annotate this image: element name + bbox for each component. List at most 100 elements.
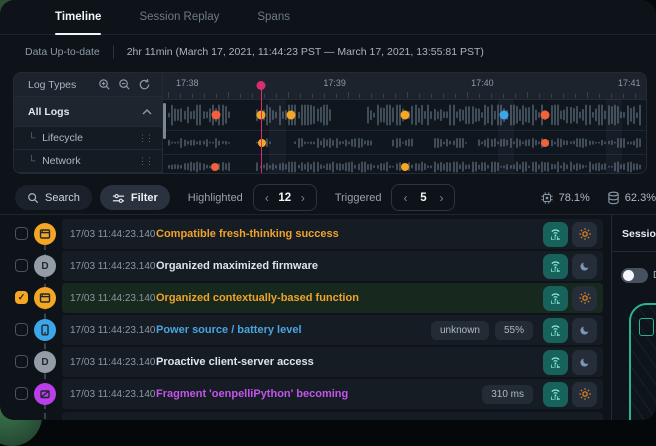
waveform-bar: [446, 161, 448, 171]
waveform-bar: [437, 163, 439, 171]
filter-button[interactable]: Filter: [100, 185, 170, 210]
network-lte-badge[interactable]: LTE: [543, 318, 568, 343]
row-checkbox[interactable]: [15, 227, 28, 240]
log-timestamp: 17/03 11:44:23.140: [70, 357, 156, 368]
log-list: 17/03 11:44:23.140Compatible fresh-think…: [0, 215, 611, 420]
waveform-track-all-logs[interactable]: [163, 100, 646, 131]
event-marker[interactable]: [212, 111, 221, 120]
drag-handle-icon[interactable]: ⋮⋮: [138, 156, 152, 167]
waveform-bar: [592, 140, 594, 144]
session-toggle-knob[interactable]: [623, 270, 634, 281]
waveform-bar: [576, 138, 578, 148]
toolbar: Search Filter Highlighted ‹ 12 › Trigger…: [0, 181, 656, 214]
log-row-card[interactable]: 17/03 11:44:23.140Fragment 'oenpelliPyth…: [62, 379, 603, 409]
row-checkbox[interactable]: ✓: [15, 291, 28, 304]
row-checkbox[interactable]: [15, 387, 28, 400]
waveform-bar: [332, 161, 334, 172]
info-divider: [113, 45, 114, 59]
moon-icon: [578, 324, 591, 337]
waveform-bar: [585, 165, 587, 168]
log-row-card[interactable]: 17/03 11:44:23.140Proactive client-serve…: [62, 347, 603, 377]
network-lte-badge[interactable]: LTE: [543, 254, 568, 279]
waveform-bar: [320, 140, 322, 145]
waveform-bar: [570, 107, 572, 124]
waveform-bar: [313, 161, 315, 172]
timeline-track-lifecycle[interactable]: └Lifecycle⋮⋮: [14, 127, 162, 150]
timeline-track-all-logs[interactable]: All Logs: [14, 97, 162, 127]
tab-session-replay[interactable]: Session Replay: [139, 11, 219, 34]
waveform-bar: [301, 138, 303, 148]
waveform-bar: [443, 111, 445, 118]
night-mode-badge[interactable]: [572, 318, 597, 343]
row-checkbox[interactable]: [15, 259, 28, 272]
waveform-bar: [532, 138, 534, 148]
log-row-card[interactable]: 17/03 11:44:23.140Compatible fresh-think…: [62, 219, 603, 249]
highlighted-prev-icon[interactable]: ‹: [258, 191, 276, 205]
tab-spans[interactable]: Spans: [257, 11, 290, 34]
waveform-bar: [623, 163, 625, 170]
event-marker[interactable]: [541, 139, 549, 147]
waveform-bar: [563, 140, 565, 146]
refresh-icon[interactable]: [134, 75, 154, 95]
row-checkbox[interactable]: [15, 355, 28, 368]
log-row-card[interactable]: 17/03 11:44:23.140Power source / battery…: [62, 315, 603, 345]
timeline-track-area[interactable]: 17:3817:3917:4017:41: [163, 73, 646, 173]
event-marker[interactable]: [401, 163, 409, 171]
night-mode-badge[interactable]: [572, 254, 597, 279]
highlighted-label: Highlighted: [188, 192, 243, 204]
log-row-partial[interactable]: [62, 412, 603, 420]
waveform-bar: [566, 164, 568, 169]
chevron-up-icon[interactable]: [142, 106, 152, 118]
highlighted-next-icon[interactable]: ›: [294, 191, 312, 205]
log-row-card[interactable]: 17/03 11:44:23.140Organized maximized fi…: [62, 251, 603, 281]
waveform-track-lifecycle[interactable]: [163, 131, 646, 155]
timeline-ruler[interactable]: 17:3817:3917:4017:41: [163, 73, 646, 100]
waveform-bar: [228, 162, 230, 172]
timeline-track-network[interactable]: └Network⋮⋮: [14, 150, 162, 173]
day-mode-badge[interactable]: [572, 286, 597, 311]
day-mode-badge[interactable]: [572, 222, 597, 247]
log-timestamp: 17/03 11:44:23.140: [70, 389, 156, 400]
event-marker[interactable]: [286, 111, 295, 120]
waveform-bar: [639, 105, 641, 126]
log-row-card[interactable]: 17/03 11:44:23.140Organized contextually…: [62, 283, 603, 313]
session-toggle[interactable]: [621, 268, 648, 283]
waveform-bar: [560, 110, 562, 119]
log-types-scrollbar[interactable]: [163, 103, 166, 139]
data-status-label: Data Up-to-date: [25, 46, 100, 58]
track-label: Network: [42, 155, 81, 167]
event-marker[interactable]: [211, 163, 219, 171]
playhead-knob[interactable]: [257, 81, 266, 90]
event-marker[interactable]: [540, 111, 549, 120]
waveform-bar: [358, 138, 360, 148]
waveform-bar: [301, 105, 303, 126]
waveform-bar: [342, 163, 344, 169]
waveform-bar: [582, 164, 584, 169]
waveform-bar: [459, 138, 461, 148]
night-mode-badge[interactable]: [572, 350, 597, 375]
network-lte-badge[interactable]: LTE: [543, 350, 568, 375]
timeline-panel: Log Types All Logs└Lifecycle⋮⋮└Network⋮⋮…: [13, 72, 647, 174]
event-marker[interactable]: [400, 111, 409, 120]
network-lte-badge[interactable]: LTE: [543, 286, 568, 311]
network-lte-badge[interactable]: LTE: [543, 382, 568, 407]
waveform-track-network[interactable]: [163, 155, 646, 174]
row-checkbox[interactable]: [15, 323, 28, 336]
waveform-bar: [449, 140, 451, 145]
zoom-out-icon[interactable]: [114, 75, 134, 95]
triggered-next-icon[interactable]: ›: [432, 191, 450, 205]
day-mode-badge[interactable]: [572, 382, 597, 407]
waveform-bar: [519, 164, 521, 169]
waveform-bar: [329, 163, 331, 170]
zoom-in-icon[interactable]: [94, 75, 114, 95]
ruler-tick: [419, 94, 420, 98]
event-marker[interactable]: [499, 111, 508, 120]
drag-handle-icon[interactable]: ⋮⋮: [138, 133, 152, 144]
ruler-tick: [252, 94, 253, 98]
tab-timeline[interactable]: Timeline: [55, 11, 101, 34]
search-button[interactable]: Search: [15, 185, 92, 210]
network-lte-badge[interactable]: LTE: [543, 222, 568, 247]
playhead[interactable]: [261, 85, 263, 173]
replay-map-marker: [639, 318, 654, 336]
triggered-prev-icon[interactable]: ‹: [396, 191, 414, 205]
